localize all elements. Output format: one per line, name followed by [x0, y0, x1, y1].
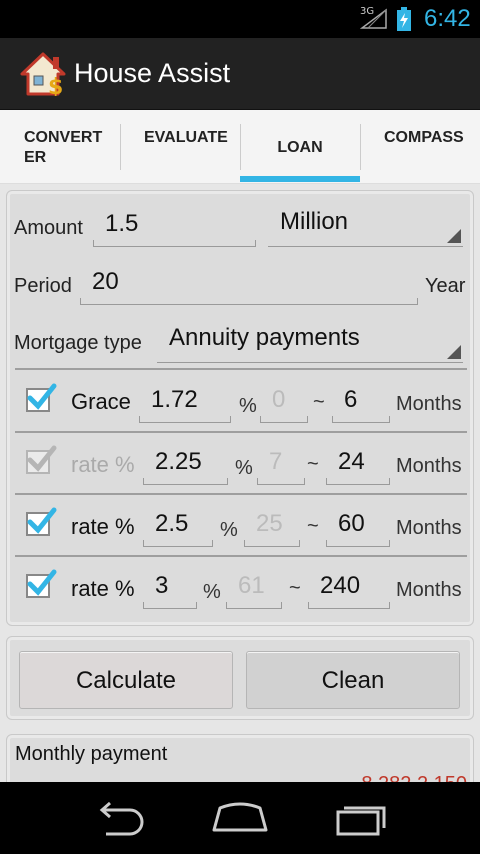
from-month-value: 7: [269, 448, 283, 475]
signal-icon: [360, 8, 387, 29]
mortgage-type-select[interactable]: Annuity payments: [157, 321, 463, 363]
rate-value: 3: [155, 572, 169, 599]
svg-text:$: $: [48, 75, 63, 96]
rate-input[interactable]: 3: [143, 565, 197, 609]
from-month-value: 25: [256, 510, 283, 537]
home-icon[interactable]: [210, 800, 270, 836]
from-month-input[interactable]: 25: [244, 503, 300, 547]
check-icon: [27, 445, 57, 472]
rate-checkbox[interactable]: [26, 507, 57, 536]
tab-label: COMPASS: [384, 129, 464, 146]
clock: 6:42: [424, 5, 471, 32]
check-icon: [27, 383, 57, 410]
percent-sign: %: [220, 519, 238, 541]
divider: [15, 493, 467, 495]
percent-sign: %: [235, 457, 253, 479]
from-month-input[interactable]: 7: [257, 441, 305, 485]
from-month-input[interactable]: 61: [226, 565, 282, 609]
rate-value: 1.72: [151, 386, 198, 413]
status-bar: 3G 6:42: [0, 0, 480, 38]
loan-form-card: Amount 1.5 Million Period 20 Year Mortga…: [6, 190, 474, 626]
tab-label: EVALUATE: [144, 129, 228, 146]
to-month-value: 240: [320, 572, 361, 599]
percent-sign: %: [239, 395, 257, 417]
range-tilde: ~: [313, 391, 325, 413]
rate-input[interactable]: 2.5: [143, 503, 213, 547]
to-month-value: 60: [338, 510, 365, 537]
result-card: Monthly payment 8,282 2,150: [6, 734, 474, 782]
rate-input[interactable]: 1.72: [139, 379, 231, 423]
range-tilde: ~: [289, 577, 301, 599]
period-label: Period: [14, 275, 72, 297]
amount-label: Amount: [14, 217, 83, 239]
amount-value: 1.5: [105, 210, 139, 237]
period-value: 20: [92, 268, 119, 295]
divider: [15, 555, 467, 557]
percent-sign: %: [203, 581, 221, 603]
app-title: House Assist: [74, 58, 231, 88]
to-month-input[interactable]: 24: [326, 441, 390, 485]
months-unit: Months: [396, 579, 462, 601]
tab-label: CONVERTER: [24, 129, 103, 166]
from-month-value: 61: [238, 572, 265, 599]
mortgage-type-label: Mortgage type: [14, 332, 142, 354]
check-icon: [27, 507, 57, 534]
months-unit: Months: [396, 455, 462, 477]
rate-value: 2.25: [155, 448, 202, 475]
to-month-input[interactable]: 240: [308, 565, 390, 609]
calculate-button[interactable]: Calculate: [19, 651, 233, 709]
back-icon[interactable]: [90, 800, 150, 836]
monthly-payment-value: 8,282 2,150: [361, 773, 467, 782]
rate-checkbox[interactable]: [26, 445, 57, 474]
action-bar: $ House Assist: [0, 38, 480, 110]
battery-charging-icon: [397, 7, 411, 31]
from-month-value: 0: [272, 386, 286, 413]
amount-unit-select[interactable]: Million: [268, 205, 463, 247]
amount-input[interactable]: 1.5: [93, 205, 256, 247]
rate-checkbox[interactable]: [26, 569, 57, 598]
rate-row-label: rate %: [71, 576, 135, 601]
tab-compass[interactable]: COMPASS: [360, 110, 480, 184]
loan-panel: Amount 1.5 Million Period 20 Year Mortga…: [0, 184, 480, 782]
range-tilde: ~: [307, 453, 319, 475]
to-month-value: 6: [344, 386, 358, 413]
grace-checkbox[interactable]: [26, 383, 57, 412]
months-unit: Months: [396, 393, 462, 415]
tab-bar: CONVERTER EVALUATE LOAN COMPASS: [0, 110, 480, 184]
period-unit: Year: [425, 275, 466, 297]
rate-row-label: rate %: [71, 514, 135, 539]
check-icon: [27, 569, 57, 596]
actions-card: Calculate Clean: [6, 636, 474, 720]
rate-input[interactable]: 2.25: [143, 441, 228, 485]
rate-value: 2.5: [155, 510, 189, 537]
period-input[interactable]: 20: [80, 263, 418, 305]
tab-indicator: [240, 176, 360, 182]
mortgage-type-value: Annuity payments: [169, 324, 360, 351]
clean-button[interactable]: Clean: [246, 651, 460, 709]
divider: [15, 431, 467, 433]
from-month-input[interactable]: 0: [260, 379, 308, 423]
tab-converter[interactable]: CONVERTER: [0, 110, 120, 184]
months-unit: Months: [396, 517, 462, 539]
monthly-payment-label: Monthly payment: [15, 743, 168, 765]
to-month-value: 24: [338, 448, 365, 475]
tab-evaluate[interactable]: EVALUATE: [120, 110, 240, 184]
house-dollar-icon[interactable]: $: [20, 52, 66, 96]
tab-loan[interactable]: LOAN: [240, 110, 360, 184]
navigation-bar: [0, 782, 480, 854]
rate-row-label: Grace: [71, 389, 131, 414]
to-month-input[interactable]: 60: [326, 503, 390, 547]
divider: [15, 368, 467, 370]
tab-label: LOAN: [277, 139, 323, 156]
range-tilde: ~: [307, 515, 319, 537]
amount-unit-value: Million: [280, 208, 349, 235]
to-month-input[interactable]: 6: [332, 379, 390, 423]
recents-icon[interactable]: [330, 800, 390, 836]
rate-row-label: rate %: [71, 452, 135, 477]
